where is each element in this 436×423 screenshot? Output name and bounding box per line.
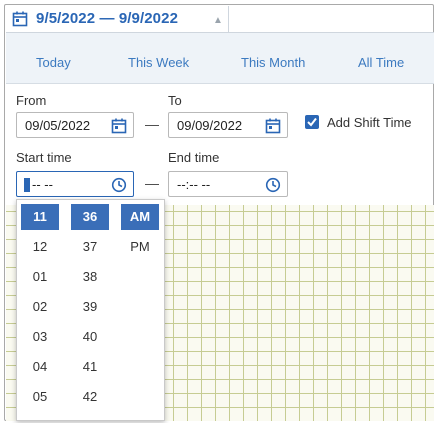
calendar-icon[interactable] [111, 118, 127, 134]
collapse-caret-icon[interactable]: ▲ [213, 15, 223, 26]
start-time-value: -- -- [32, 177, 53, 192]
add-shift-time-label[interactable]: Add Shift Time [327, 115, 412, 130]
picker-minute-option[interactable]: 41 [71, 354, 109, 380]
end-time-field[interactable]: --:-- -- [168, 171, 288, 197]
picker-minute-option[interactable]: 38 [71, 264, 109, 290]
date-range-header[interactable]: 9/5/2022 — 9/9/2022 ▲ [6, 6, 434, 33]
clock-icon[interactable] [111, 177, 127, 193]
clock-icon[interactable] [265, 177, 281, 193]
picker-minute-option[interactable]: 40 [71, 324, 109, 350]
tab-today[interactable]: Today [36, 55, 71, 70]
from-date-value: 09/05/2022 [25, 118, 91, 133]
quick-range-tabs: Today This Week This Month All Time [6, 33, 434, 84]
start-time-label: Start time [16, 150, 72, 165]
text-cursor [24, 178, 30, 192]
picker-hour-option[interactable]: 05 [21, 384, 59, 410]
header-divider [228, 6, 229, 32]
picker-hour-option[interactable]: 12 [21, 234, 59, 260]
picker-hour-option[interactable]: 11 [21, 204, 59, 230]
picker-hour-option[interactable]: 01 [21, 264, 59, 290]
to-date-field[interactable]: 09/09/2022 [168, 112, 288, 138]
add-shift-time-checkbox[interactable] [305, 115, 319, 129]
picker-minute-option[interactable]: 42 [71, 384, 109, 410]
tab-this-week[interactable]: This Week [128, 55, 189, 70]
picker-minute-option[interactable]: 39 [71, 294, 109, 320]
from-date-field[interactable]: 09/05/2022 [16, 112, 134, 138]
calendar-icon [12, 11, 28, 27]
checkmark-icon [307, 117, 317, 127]
picker-hour-option[interactable]: 02 [21, 294, 59, 320]
tab-this-month[interactable]: This Month [241, 55, 305, 70]
to-date-value: 09/09/2022 [177, 118, 243, 133]
start-time-field[interactable]: -- -- [16, 171, 134, 197]
end-time-label: End time [168, 150, 220, 165]
picker-minute-option[interactable]: 37 [71, 234, 109, 260]
picker-meridiem-option[interactable]: AM [121, 204, 159, 230]
picker-hour-option[interactable]: 04 [21, 354, 59, 380]
picker-hour-option[interactable]: 03 [21, 324, 59, 350]
end-time-value: --:-- -- [177, 177, 211, 192]
date-range-title: 9/5/2022 — 9/9/2022 [36, 10, 179, 27]
time-range-dash: — [145, 175, 159, 191]
tab-all-time[interactable]: All Time [358, 55, 404, 70]
picker-meridiem-option[interactable]: PM [121, 234, 159, 260]
date-range-dash: — [145, 116, 159, 132]
picker-minute-option[interactable]: 36 [71, 204, 109, 230]
calendar-icon[interactable] [265, 118, 281, 134]
time-picker-dropdown: 11 12 01 02 03 04 05 36 37 38 39 40 41 4… [16, 199, 165, 421]
to-label: To [168, 93, 182, 108]
from-label: From [16, 93, 47, 108]
